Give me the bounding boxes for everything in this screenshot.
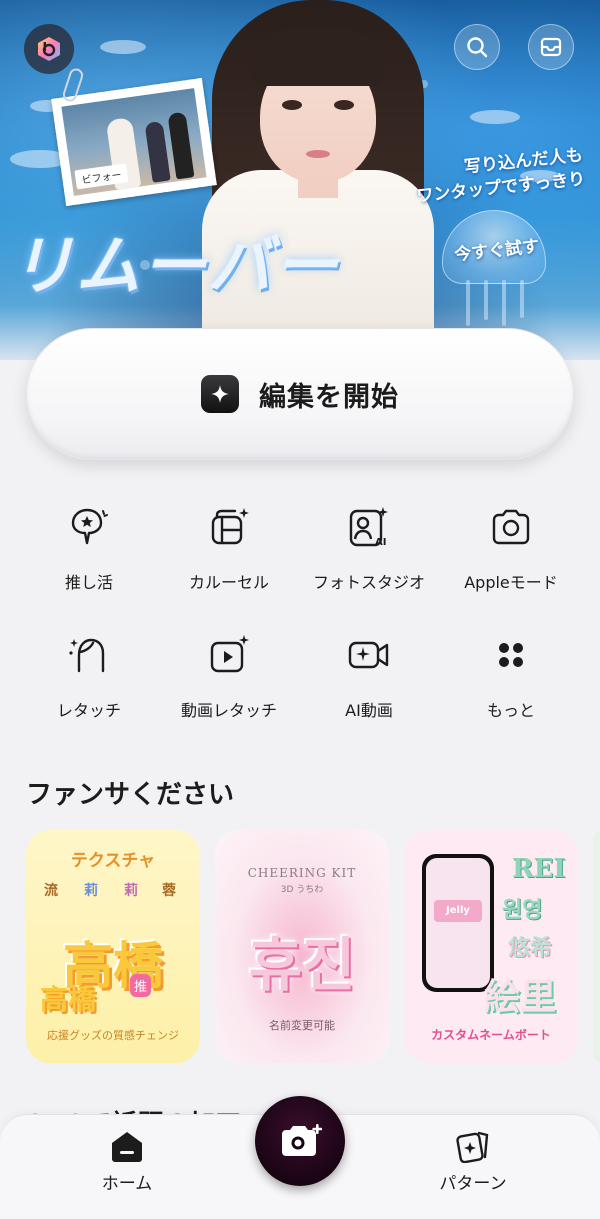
card-sub-text: 高橋 bbox=[40, 983, 97, 1016]
section-title: ファンサください bbox=[26, 780, 235, 810]
card-custom-name-board[interactable]: Jelly REI 원영 悠希 絵里 カスタムネームボート bbox=[404, 830, 578, 1063]
face-retouch-icon bbox=[69, 638, 105, 673]
inbox-icon bbox=[540, 37, 562, 57]
feature-ai-video[interactable]: AI動画 bbox=[294, 633, 444, 733]
card-subtitle: 3D うちわ bbox=[280, 885, 324, 895]
app-logo-button[interactable] bbox=[24, 24, 74, 74]
phone-jelly-text: Jelly bbox=[434, 900, 482, 922]
nav-home-label: ホーム bbox=[101, 1174, 153, 1194]
app-logo-icon bbox=[38, 37, 60, 61]
feature-apple-mode[interactable]: Appleモード bbox=[436, 505, 586, 605]
hero-logo-text: リムーバー bbox=[10, 229, 340, 304]
home-icon bbox=[112, 1132, 142, 1162]
ai-portrait-icon: AI bbox=[349, 507, 388, 548]
video-camera-sparkle-icon bbox=[348, 641, 389, 669]
hero-tagline: 写り込んだ人も ワンタップですっきり bbox=[415, 145, 586, 207]
search-icon bbox=[467, 37, 488, 58]
feature-photo-studio[interactable]: AI フォトスタジオ bbox=[294, 505, 444, 605]
search-button[interactable] bbox=[454, 24, 500, 70]
feature-retouch[interactable]: レタッチ bbox=[14, 633, 164, 733]
nav-pattern-label: パターン bbox=[439, 1174, 507, 1194]
camera-button[interactable] bbox=[255, 1096, 345, 1186]
video-sparkle-icon bbox=[210, 635, 249, 673]
card-footer: カスタムネームボート bbox=[431, 1028, 551, 1042]
card-texture[interactable]: テクスチャ 流 莉 莉 蓉 高橋 高橋 推 応援グッズの質感チェンジ bbox=[26, 830, 200, 1063]
pattern-cards-icon bbox=[456, 1131, 489, 1163]
card-peek[interactable] bbox=[593, 830, 600, 1063]
feature-oshikatsu[interactable]: 推し活 bbox=[14, 505, 164, 605]
feature-video-retouch[interactable]: 動画レタッチ bbox=[154, 633, 304, 733]
card-footer: 名前変更可能 bbox=[269, 1019, 335, 1032]
svg-text:AI: AI bbox=[375, 537, 386, 548]
card-title: CHEERING KIT bbox=[247, 866, 357, 880]
jellyfish-decoration bbox=[438, 210, 550, 328]
fan-icon bbox=[71, 508, 108, 545]
start-editing-button[interactable]: 編集を開始 bbox=[26, 328, 574, 460]
card-footer: 応援グッズの質感チェンジ bbox=[47, 1029, 179, 1042]
grid-dots-icon bbox=[499, 643, 523, 667]
hero-banner[interactable]: ビフォー 写り込んだ人も ワンタップですっきり 今すぐ試す リムーバー bbox=[0, 0, 600, 360]
carousel-icon bbox=[211, 508, 249, 545]
card-title: テクスチャ bbox=[70, 851, 156, 871]
start-editing-label: 編集を開始 bbox=[259, 381, 399, 413]
sparkle-icon bbox=[201, 375, 239, 413]
camera-plus-icon bbox=[282, 1124, 322, 1156]
nav-pattern[interactable]: パターン bbox=[408, 1129, 538, 1194]
card-tag: 推 bbox=[130, 974, 152, 997]
feature-more[interactable]: もっと bbox=[436, 633, 586, 733]
card-main-text: 휴진 bbox=[248, 931, 356, 999]
nav-home[interactable]: ホーム bbox=[62, 1129, 192, 1194]
fish-decoration bbox=[100, 40, 146, 54]
camera-icon bbox=[492, 509, 530, 545]
inbox-button[interactable] bbox=[528, 24, 574, 70]
feature-carousel[interactable]: カルーセル bbox=[154, 505, 304, 605]
card-cheering-kit[interactable]: CHEERING KIT 3D うちわ 휴진 名前変更可能 bbox=[215, 830, 389, 1063]
fish-decoration bbox=[470, 110, 520, 124]
